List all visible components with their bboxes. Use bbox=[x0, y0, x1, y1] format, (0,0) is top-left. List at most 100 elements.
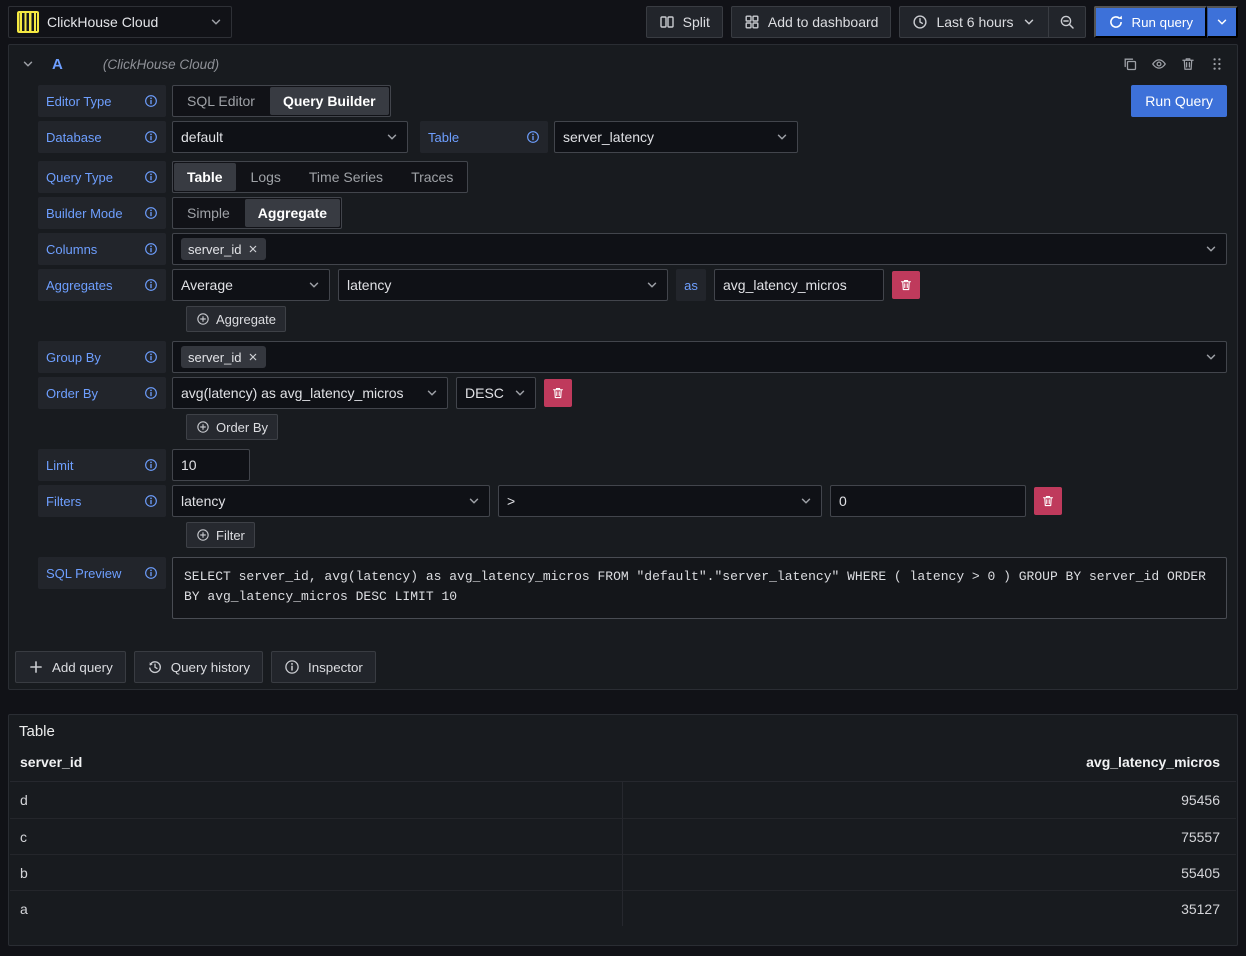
plus-circle-icon bbox=[196, 312, 210, 326]
column-header-avg-latency-micros[interactable]: avg_latency_micros bbox=[623, 754, 1236, 770]
remove-filter-button[interactable] bbox=[1034, 487, 1062, 515]
query-ref-id[interactable]: A bbox=[52, 56, 63, 73]
aggregate-column-select[interactable]: latency bbox=[338, 269, 668, 301]
aggregate-function-select[interactable]: Average bbox=[172, 269, 330, 301]
duplicate-query-icon[interactable] bbox=[1122, 56, 1138, 72]
column-header-server-id[interactable]: server_id bbox=[10, 754, 623, 770]
chevron-down-icon bbox=[385, 130, 399, 144]
collapse-chevron-icon[interactable] bbox=[21, 57, 35, 71]
results-table-header: server_id avg_latency_micros bbox=[10, 742, 1236, 782]
remove-order-by-button[interactable] bbox=[544, 379, 572, 407]
chevron-down-icon bbox=[1204, 350, 1218, 364]
explore-toolbar: ClickHouse Cloud Split Add to dashboard … bbox=[0, 0, 1246, 44]
panel-title: Table bbox=[9, 715, 1237, 742]
limit-input[interactable]: 10 bbox=[172, 449, 250, 481]
info-icon[interactable] bbox=[144, 494, 158, 508]
info-icon[interactable] bbox=[144, 278, 158, 292]
editor-type-radio-group: SQL Editor Query Builder bbox=[172, 85, 391, 117]
order-by-direction-select[interactable]: DESC bbox=[456, 377, 536, 409]
time-zoom-out-button[interactable] bbox=[1049, 6, 1086, 38]
filter-value-input[interactable]: 0 bbox=[830, 485, 1026, 517]
database-select[interactable]: default bbox=[172, 121, 408, 153]
trash-icon bbox=[1041, 494, 1055, 508]
add-query-button[interactable]: Add query bbox=[15, 651, 126, 683]
datasource-picker[interactable]: ClickHouse Cloud bbox=[8, 6, 232, 38]
run-query-dropdown-button[interactable] bbox=[1207, 6, 1238, 38]
filter-operator-select[interactable]: > bbox=[498, 485, 822, 517]
run-query-split-button: Run query bbox=[1094, 6, 1239, 38]
run-query-label: Run query bbox=[1132, 15, 1194, 30]
editor-type-option-query-builder[interactable]: Query Builder bbox=[270, 87, 389, 115]
cell-avg-latency: 75557 bbox=[623, 829, 1236, 845]
cell-server-id: d bbox=[10, 782, 623, 818]
remove-icon[interactable] bbox=[247, 243, 259, 255]
results-table-panel: Table server_id avg_latency_micros d 954… bbox=[8, 714, 1238, 946]
info-icon[interactable] bbox=[144, 458, 158, 472]
chevron-down-icon bbox=[307, 278, 321, 292]
filter-field-select[interactable]: latency bbox=[172, 485, 490, 517]
plus-circle-icon bbox=[196, 528, 210, 542]
columns-multiselect[interactable]: server_id bbox=[172, 233, 1227, 265]
add-to-dashboard-button[interactable]: Add to dashboard bbox=[731, 6, 892, 38]
table-select[interactable]: server_latency bbox=[554, 121, 798, 153]
info-icon[interactable] bbox=[144, 206, 158, 220]
editor-type-option-sql-editor[interactable]: SQL Editor bbox=[174, 87, 268, 115]
table-row: a 35127 bbox=[10, 890, 1236, 926]
query-type-option-table[interactable]: Table bbox=[174, 163, 236, 191]
plus-icon bbox=[28, 659, 44, 675]
query-type-option-traces[interactable]: Traces bbox=[398, 163, 466, 191]
remove-query-icon[interactable] bbox=[1180, 56, 1196, 72]
columns-chip-server-id: server_id bbox=[181, 238, 266, 260]
sql-preview-text: SELECT server_id, avg(latency) as avg_la… bbox=[172, 557, 1227, 619]
split-button[interactable]: Split bbox=[646, 6, 723, 38]
query-type-option-time-series[interactable]: Time Series bbox=[296, 163, 396, 191]
order-by-field-select[interactable]: avg(latency) as avg_latency_micros bbox=[172, 377, 448, 409]
info-icon[interactable] bbox=[144, 242, 158, 256]
trash-icon bbox=[551, 386, 565, 400]
add-aggregate-button[interactable]: Aggregate bbox=[186, 306, 286, 332]
aggregate-as-label: as bbox=[676, 269, 706, 301]
info-icon[interactable] bbox=[144, 566, 158, 580]
builder-mode-option-aggregate[interactable]: Aggregate bbox=[245, 199, 340, 227]
drag-handle-icon[interactable] bbox=[1209, 56, 1225, 72]
builder-mode-radio-group: Simple Aggregate bbox=[172, 197, 342, 229]
chevron-down-icon bbox=[1022, 15, 1036, 29]
results-table: server_id avg_latency_micros d 95456 c 7… bbox=[9, 742, 1237, 945]
group-by-chip-server-id: server_id bbox=[181, 346, 266, 368]
cell-avg-latency: 35127 bbox=[623, 901, 1236, 917]
time-range-picker[interactable]: Last 6 hours bbox=[899, 6, 1048, 38]
plus-circle-icon bbox=[196, 420, 210, 434]
add-order-by-button[interactable]: Order By bbox=[186, 414, 278, 440]
editor-run-query-button[interactable]: Run Query bbox=[1131, 85, 1227, 117]
info-icon[interactable] bbox=[144, 386, 158, 400]
info-icon[interactable] bbox=[526, 130, 540, 144]
info-icon[interactable] bbox=[144, 130, 158, 144]
remove-aggregate-button[interactable] bbox=[892, 271, 920, 299]
remove-icon[interactable] bbox=[247, 351, 259, 363]
chevron-down-icon bbox=[425, 386, 439, 400]
datasource-hint: (ClickHouse Cloud) bbox=[103, 57, 219, 72]
builder-mode-option-simple[interactable]: Simple bbox=[174, 199, 243, 227]
query-type-radio-group: Table Logs Time Series Traces bbox=[172, 161, 468, 193]
run-query-button[interactable]: Run query bbox=[1094, 6, 1208, 38]
clickhouse-logo-icon bbox=[17, 11, 39, 33]
add-to-dashboard-label: Add to dashboard bbox=[768, 14, 879, 30]
group-by-multiselect[interactable]: server_id bbox=[172, 341, 1227, 373]
query-history-button[interactable]: Query history bbox=[134, 651, 263, 683]
history-icon bbox=[147, 659, 163, 675]
aggregate-alias-input[interactable]: avg_latency_micros bbox=[714, 269, 884, 301]
info-icon[interactable] bbox=[144, 350, 158, 364]
trash-icon bbox=[899, 278, 913, 292]
info-icon[interactable] bbox=[144, 170, 158, 184]
hide-response-icon[interactable] bbox=[1151, 56, 1167, 72]
chevron-down-icon bbox=[209, 15, 223, 29]
chevron-down-icon bbox=[799, 494, 813, 508]
add-filter-button[interactable]: Filter bbox=[186, 522, 255, 548]
query-type-option-logs[interactable]: Logs bbox=[238, 163, 294, 191]
chevron-down-icon bbox=[467, 494, 481, 508]
query-editor-card: A (ClickHouse Cloud) Editor Type SQL Edi… bbox=[8, 44, 1238, 690]
info-icon[interactable] bbox=[144, 94, 158, 108]
cell-server-id: a bbox=[10, 891, 623, 926]
inspector-button[interactable]: Inspector bbox=[271, 651, 376, 683]
chevron-down-icon bbox=[1215, 15, 1229, 29]
